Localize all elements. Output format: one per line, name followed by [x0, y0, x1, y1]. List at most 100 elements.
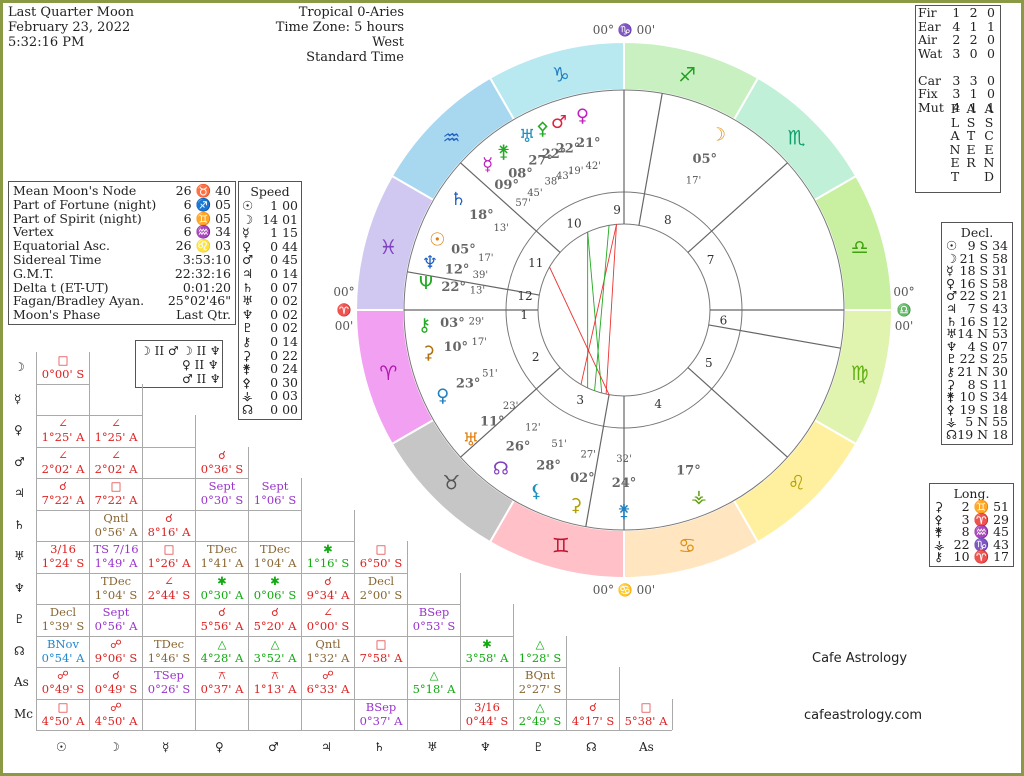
aspect-type: ∠ [323, 605, 333, 619]
aspect-col-label: ♃ [321, 740, 332, 754]
aspect-type: ☍ [110, 636, 122, 651]
aspect-orb: 7°58' A [359, 650, 403, 665]
aspect-type: Decl [367, 573, 395, 588]
aspect-orb: 0°30' S [200, 493, 244, 507]
aspect-type: □ [57, 699, 69, 714]
aspect-cell: Sept 0°30' S [197, 479, 247, 510]
aspect-col-label: ♇ [533, 740, 544, 754]
aspect-cell: ☍ 9°06' S [91, 637, 141, 668]
aspect-orb: 0°37' A [200, 682, 244, 696]
aspect-col-label: ☽ [109, 740, 120, 754]
aspect-orb: 3°52' A [253, 650, 297, 665]
aspect-type: ✱ [323, 542, 333, 556]
aspect-orb: 1°32' A [306, 650, 350, 665]
aspect-cell: ☍ 4°50' A [91, 700, 141, 731]
aspect-cell: ∠ 0°00' S [303, 605, 353, 636]
aspect-cell: Sept 0°56' A [91, 605, 141, 636]
aspect-type: ☌ [589, 699, 597, 714]
aspect-type: ✱ [217, 573, 227, 588]
aspect-orb: 0°49' S [41, 682, 85, 696]
aspect-cell: □ 5°38' A [621, 700, 671, 731]
aspect-orb: 8°16' A [147, 524, 191, 539]
aspect-row-label: ☊ [14, 643, 25, 658]
aspect-type: ∠ [58, 416, 68, 430]
aspect-orb: 4°17' S [571, 713, 615, 728]
aspect-cell: ☍ 6°33' A [303, 668, 353, 699]
aspect-orb: 1°06' S [253, 493, 297, 507]
aspect-orb: 1°25' A [94, 430, 138, 444]
aspect-type: □ [163, 542, 175, 556]
aspect-cell: ☌ 0°49' S [91, 668, 141, 699]
aspect-cell: ∠ 1°25' A [91, 416, 141, 447]
aspect-type: Decl [49, 605, 77, 619]
aspect-type: 3/16 [50, 542, 76, 556]
aspect-orb: 0°37' A [359, 713, 403, 728]
grid-line [248, 446, 249, 730]
aspect-cell: ✱ 1°16' S [303, 542, 353, 573]
aspect-type: Qntl [103, 510, 129, 525]
aspect-cell: ∠ 1°25' A [38, 416, 88, 447]
aspect-cell: ∠ 2°02' A [38, 448, 88, 479]
aspect-orb: 5°18' A [412, 682, 456, 696]
aspect-orb: 5°20' A [253, 619, 297, 633]
aspect-col-label: ♅ [427, 740, 438, 754]
aspect-orb: 0°30' A [200, 587, 244, 602]
aspect-type: △ [270, 636, 280, 651]
aspect-cell: □ 6°50' S [356, 542, 406, 573]
aspect-row-label: ☿ [14, 391, 22, 406]
aspect-type: 3/16 [474, 699, 500, 714]
aspect-orb: 4°50' A [41, 713, 85, 728]
aspect-cell: ∠ 2°02' A [91, 448, 141, 479]
aspect-orb: 0°00' S [306, 619, 350, 633]
aspect-cell: ☌ 7°22' A [38, 479, 88, 510]
aspect-cell: BSep 0°37' A [356, 700, 406, 731]
aspect-cell: △ 2°49' S [515, 700, 565, 731]
aspect-cell: Decl 1°39' S [38, 605, 88, 636]
aspect-col-label: ☿ [162, 740, 170, 754]
aspect-orb: 0°44' S [465, 713, 509, 728]
aspect-orb: 3°58' A [465, 650, 509, 665]
aspect-cell: BQnt 2°27' S [515, 668, 565, 699]
aspect-orb: 2°27' S [518, 682, 562, 696]
aspect-type: ☌ [112, 668, 120, 682]
aspect-type: TDec [153, 636, 185, 651]
aspect-type: ☍ [322, 668, 334, 682]
aspect-orb: 6°33' A [306, 682, 350, 696]
aspect-type: Sept [261, 479, 289, 493]
aspect-orb: 1°04' A [253, 556, 297, 570]
aspect-orb: 0°53' S [412, 619, 456, 633]
aspect-orb: 1°04' S [94, 587, 138, 602]
aspect-orb: 1°49' A [94, 556, 138, 570]
aspect-type: TS 7/16 [93, 542, 139, 556]
aspect-orb: 0°56' A [94, 524, 138, 539]
aspect-type: ∠ [111, 447, 121, 462]
aspect-col-label: As [639, 740, 654, 754]
aspect-cell: ∠ 2°44' S [144, 574, 194, 605]
aspect-col-label: ♀ [215, 740, 224, 754]
aspect-orb: 2°44' S [147, 587, 191, 602]
aspect-orb: 1°46' S [147, 650, 191, 665]
aspect-orb: 0°49' S [94, 682, 138, 696]
aspect-orb: 0°36' S [200, 461, 244, 476]
aspect-type: ☌ [165, 510, 173, 525]
aspect-orb: 2°02' A [94, 461, 138, 476]
aspect-cell: ✱ 0°30' A [197, 574, 247, 605]
aspect-cell: TS 7/16 1°49' A [91, 542, 141, 573]
aspect-cell: TDec 1°04' A [250, 542, 300, 573]
aspect-cell: □ 1°26' A [144, 542, 194, 573]
aspect-col-label: ☊ [586, 740, 597, 754]
aspect-cell: Sept 1°06' S [250, 479, 300, 510]
aspect-type: ☌ [271, 605, 279, 619]
aspect-cell: ⚻ 1°13' A [250, 668, 300, 699]
aspect-orb: 9°34' A [306, 587, 350, 602]
aspect-cell: 3/16 1°24' S [38, 542, 88, 573]
aspect-cell: △ 5°18' A [409, 668, 459, 699]
aspect-cell: ☌ 5°20' A [250, 605, 300, 636]
aspect-cell: □ 0°00' S [38, 353, 88, 384]
aspect-type: BNov [47, 636, 79, 651]
aspect-orb: 6°50' S [359, 556, 403, 570]
aspect-type: TDec [259, 542, 291, 556]
aspect-type: ☍ [57, 668, 69, 682]
aspect-type: △ [429, 668, 439, 682]
aspect-row-label: ♇ [14, 612, 25, 626]
